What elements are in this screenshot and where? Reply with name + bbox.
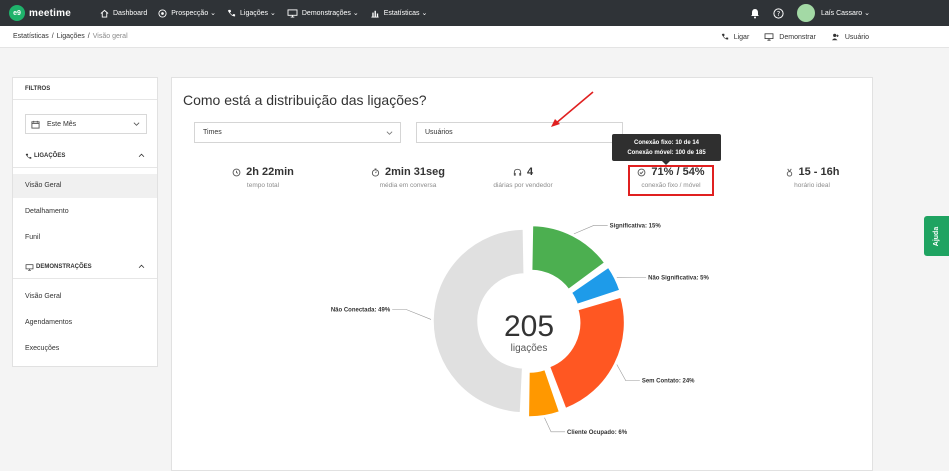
nav-item-prospeccao[interactable]: Prospecção ⌄ <box>158 8 217 18</box>
help-circle-icon[interactable]: ? <box>773 7 784 19</box>
user-button-label: Usuário <box>844 33 869 41</box>
bar-chart-icon <box>371 10 379 18</box>
help-tab[interactable]: Ajuda <box>924 216 949 256</box>
call-button-label: Ligar <box>733 33 750 41</box>
chart-center-label: ligações <box>511 343 548 354</box>
user-menu[interactable]: Laís Cassaro ⌄ <box>821 9 870 17</box>
bell-icon[interactable] <box>750 8 760 19</box>
logo-mark: e9 <box>9 5 25 21</box>
period-select[interactable]: Este Mês <box>25 114 147 134</box>
period-select-value: Este Mês <box>47 120 77 128</box>
meetime-logo[interactable]: e9 meetime <box>9 5 91 21</box>
sidebar-item-execucoes[interactable]: Execuções <box>13 337 157 361</box>
filters-sidebar: FILTROS Este Mês LIGAÇÕES Visão Geral De… <box>12 77 158 367</box>
sidebar-item-visao-geral-demo[interactable]: Visão Geral <box>13 285 157 309</box>
breadcrumb-item-estatisticas[interactable]: Estatísticas <box>13 33 49 40</box>
sidebar-item-funil[interactable]: Funil <box>13 226 157 250</box>
demonstrate-button-label: Demonstrar <box>779 33 816 41</box>
phone-icon <box>721 33 728 40</box>
call-button[interactable]: Ligar <box>721 33 750 41</box>
chevron-up-icon <box>138 153 145 158</box>
group-demonstracoes-label: DEMONSTRAÇÕES <box>36 264 92 270</box>
nav-item-label: Estatísticas ⌄ <box>383 10 428 17</box>
chevron-down-icon <box>133 122 140 126</box>
phone-icon <box>25 153 32 159</box>
logo-text: meetime <box>29 7 71 19</box>
chart-slice-label: Significativa: 15% <box>610 223 662 229</box>
sidebar-item-agendamentos[interactable]: Agendamentos <box>13 311 157 335</box>
svg-text:?: ? <box>777 10 781 18</box>
monitor-icon <box>287 8 298 18</box>
sidebar-item-detalhamento[interactable]: Detalhamento <box>13 200 157 224</box>
chart-leader-line <box>573 225 608 235</box>
group-ligacoes-label: LIGAÇÕES <box>34 153 66 159</box>
avatar[interactable] <box>796 4 815 22</box>
nav-item-label: Prospecção ⌄ <box>171 10 217 17</box>
breadcrumb: Estatísticas / Ligações / Visão geral <box>13 33 131 40</box>
breadcrumb-separator: / <box>51 33 54 40</box>
home-icon <box>100 9 109 18</box>
group-ligacoes[interactable]: LIGAÇÕES <box>13 148 157 164</box>
breadcrumb-bar: Estatísticas / Ligações / Visão geral Li… <box>0 26 949 48</box>
user-icon <box>831 33 839 41</box>
calendar-icon <box>31 120 40 129</box>
chart-leader-line <box>392 309 432 320</box>
breadcrumb-item-ligacoes[interactable]: Ligações <box>57 33 85 40</box>
filters-title: FILTROS <box>13 78 157 100</box>
chevron-up-icon <box>138 264 145 269</box>
nav-item-estatisticas[interactable]: Estatísticas ⌄ <box>370 9 428 18</box>
nav-item-ligacoes[interactable]: Ligações ⌄ <box>227 9 276 18</box>
nav-item-label: Demonstrações ⌄ <box>301 10 359 17</box>
chart-leader-line <box>544 417 566 433</box>
chart-slice-label: Não Conectada: 49% <box>331 308 391 314</box>
monitor-icon <box>25 263 34 271</box>
nav-item-dashboard[interactable]: Dashboard <box>100 9 147 18</box>
user-button[interactable]: Usuário <box>831 33 869 41</box>
phone-icon <box>227 9 236 16</box>
main-panel: Como está a distribuição das ligações? T… <box>171 77 873 471</box>
breadcrumb-separator: / <box>87 33 90 40</box>
group-demonstracoes[interactable]: DEMONSTRAÇÕES <box>13 259 157 275</box>
calls-distribution-chart: Significativa: 15% Não Significativa: 5% S… <box>331 223 710 436</box>
breadcrumb-item-current: Visão geral <box>92 33 128 40</box>
chart-leader-line <box>616 364 640 382</box>
chart-center-value: 205 <box>504 310 554 343</box>
chart-slice[interactable] <box>548 296 626 410</box>
chart-slice-label: Não Significativa: 5% <box>648 275 709 281</box>
nav-item-demonstracoes[interactable]: Demonstrações ⌄ <box>287 8 359 18</box>
chart-slice-label: Cliente Ocupado: 6% <box>567 430 628 436</box>
chart-slice-label: Sem Contato: 24% <box>642 379 695 385</box>
demonstrate-button[interactable]: Demonstrar <box>764 33 816 41</box>
nav-item-label: Dashboard <box>113 9 148 17</box>
sidebar-item-visao-geral[interactable]: Visão Geral <box>13 174 157 198</box>
top-navigation-bar: e9 meetime Dashboard Prospecção ⌄ Ligaçõ… <box>0 0 949 26</box>
nav-item-label: Ligações ⌄ <box>240 10 276 17</box>
target-icon <box>158 8 167 18</box>
monitor-icon <box>764 33 774 41</box>
help-tab-label: Ajuda <box>932 226 940 246</box>
